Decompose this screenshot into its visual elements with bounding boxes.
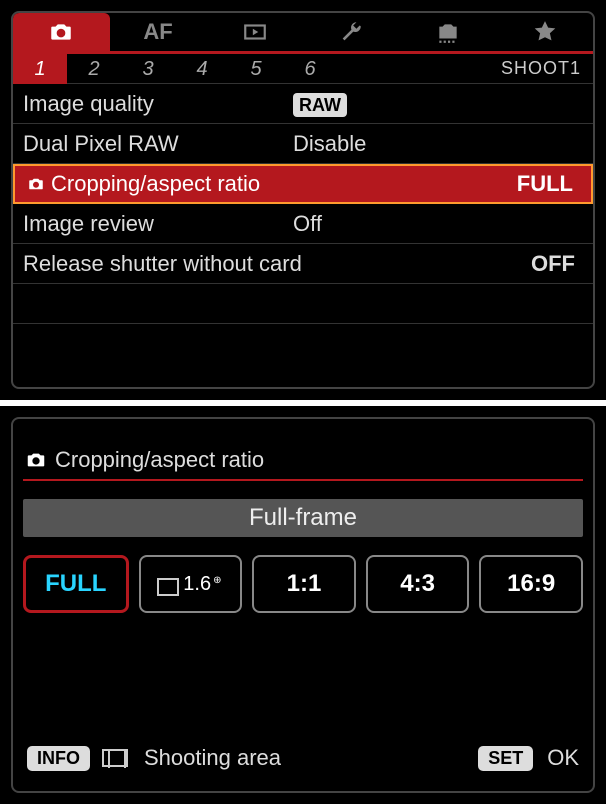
shooting-area-icon (102, 749, 128, 767)
custom-camera-icon (435, 19, 461, 45)
row-value: OFF (383, 251, 583, 277)
info-button[interactable]: INFO (27, 746, 90, 771)
subtab-bar: 1 2 3 4 5 6 SHOOT1 (13, 54, 593, 84)
row-label: Image quality (23, 91, 293, 117)
subtab-2[interactable]: 2 (67, 54, 121, 84)
option-1-6x-crop[interactable]: 1.6⊕ (139, 555, 243, 613)
camera-icon (48, 19, 74, 45)
row-value: Disable (293, 131, 583, 157)
row-label: Release shutter without card (23, 251, 383, 277)
submenu-title-text: Cropping/aspect ratio (55, 447, 264, 473)
current-selection-label: Full-frame (23, 499, 583, 537)
row-value: FULL (295, 171, 581, 197)
shooting-area-label: Shooting area (144, 745, 281, 771)
crop-1-6x-icon: 1.6⊕ (159, 573, 221, 596)
row-empty-2 (13, 324, 593, 364)
submenu-title: Cropping/aspect ratio (13, 419, 593, 479)
subtab-1[interactable]: 1 (13, 54, 67, 84)
playback-icon (242, 19, 268, 45)
menu-screen: AF 1 2 3 4 5 6 SHOOT1 (0, 0, 606, 400)
subtab-5[interactable]: 5 (229, 54, 283, 84)
tab-wrench[interactable] (303, 13, 400, 51)
camera-icon (23, 449, 49, 471)
submenu-underline (23, 479, 583, 481)
submenu-screen: Cropping/aspect ratio Full-frame FULL 1.… (0, 406, 606, 804)
submenu-inner: Cropping/aspect ratio Full-frame FULL 1.… (11, 417, 595, 793)
raw-badge: RAW (293, 93, 347, 117)
subtab-group-label: SHOOT1 (501, 58, 587, 79)
row-cropping-aspect[interactable]: Cropping/aspect ratio FULL (13, 164, 593, 204)
row-label-text: Cropping/aspect ratio (51, 171, 260, 197)
row-image-review[interactable]: Image review Off (13, 204, 593, 244)
tab-star[interactable] (496, 13, 593, 51)
row-label: Dual Pixel RAW (23, 131, 293, 157)
row-empty-1 (13, 284, 593, 324)
option-16-9[interactable]: 16:9 (479, 555, 583, 613)
camera-icon (25, 175, 47, 193)
ok-label: OK (547, 745, 579, 771)
row-release-shutter[interactable]: Release shutter without card OFF (13, 244, 593, 284)
option-row: FULL 1.6⊕ 1:1 4:3 16:9 (13, 537, 593, 613)
subtab-4[interactable]: 4 (175, 54, 229, 84)
option-4-3[interactable]: 4:3 (366, 555, 470, 613)
menu-list: Image quality RAW Dual Pixel RAW Disable… (13, 84, 593, 387)
subtab-6[interactable]: 6 (283, 54, 337, 84)
row-value: Off (293, 211, 583, 237)
footer-bar: INFO Shooting area SET OK (13, 745, 593, 791)
option-1-1[interactable]: 1:1 (252, 555, 356, 613)
star-icon (532, 19, 558, 45)
row-label: Cropping/aspect ratio (25, 171, 295, 197)
row-label: Image review (23, 211, 293, 237)
subtab-3[interactable]: 3 (121, 54, 175, 84)
menu-inner: AF 1 2 3 4 5 6 SHOOT1 (11, 11, 595, 389)
wrench-icon (338, 19, 364, 45)
row-image-quality[interactable]: Image quality RAW (13, 84, 593, 124)
set-button[interactable]: SET (478, 746, 533, 771)
tab-camera[interactable] (13, 13, 110, 51)
option-full[interactable]: FULL (23, 555, 129, 613)
tab-playback[interactable] (206, 13, 303, 51)
row-dual-pixel-raw[interactable]: Dual Pixel RAW Disable (13, 124, 593, 164)
af-icon: AF (143, 19, 172, 45)
tab-custom[interactable] (400, 13, 497, 51)
tab-af[interactable]: AF (110, 13, 207, 51)
row-value: RAW (293, 91, 583, 117)
main-tabbar: AF (13, 13, 593, 51)
